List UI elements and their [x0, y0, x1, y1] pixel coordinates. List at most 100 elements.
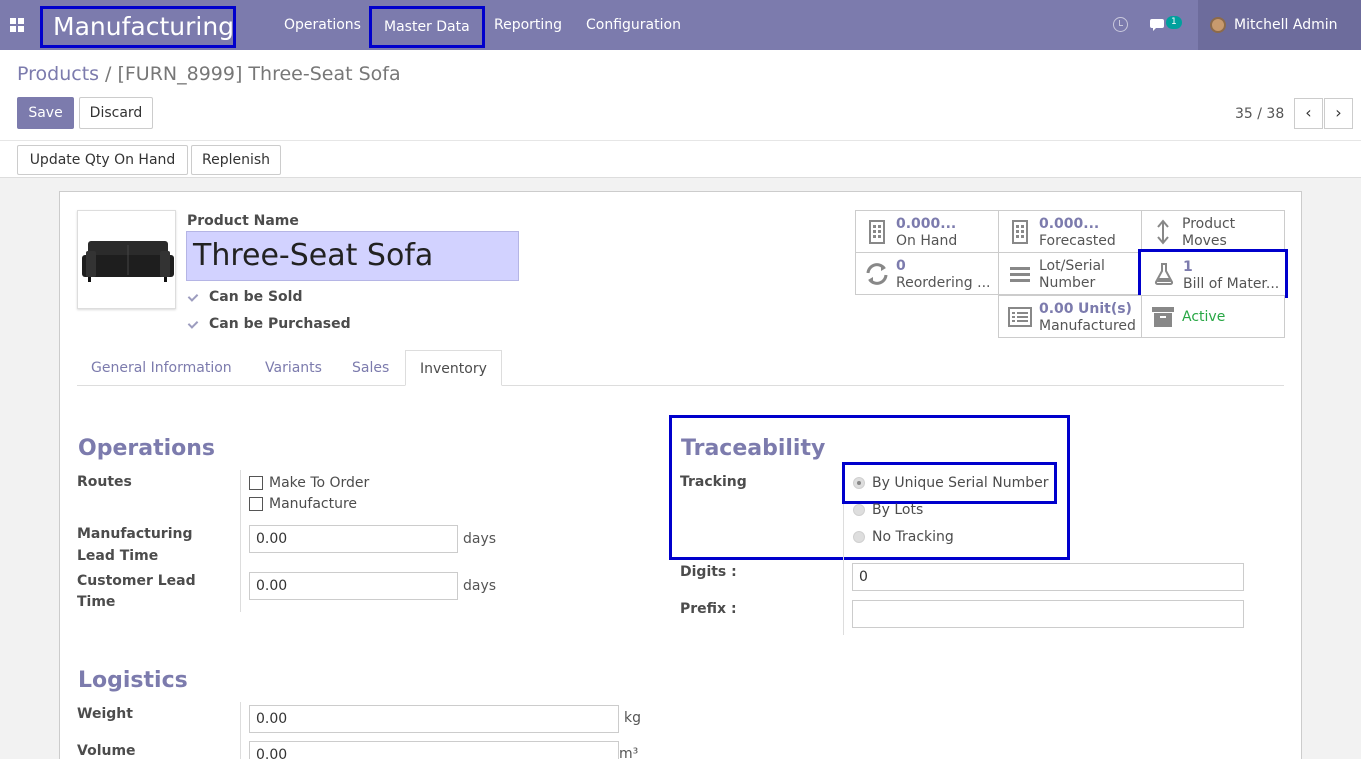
- reordering-value: 0: [896, 258, 906, 274]
- digits-input[interactable]: 0: [852, 563, 1244, 591]
- avatar: [1210, 17, 1226, 33]
- discard-button[interactable]: Discard: [79, 97, 153, 129]
- control-panel-divider: [0, 140, 1361, 141]
- pager-previous-button[interactable]: ‹: [1294, 98, 1323, 129]
- update-qty-button[interactable]: Update Qty On Hand: [17, 145, 188, 175]
- archive-icon: [1152, 307, 1174, 327]
- volume-unit: m³: [619, 746, 639, 759]
- pager-value[interactable]: 35 / 38: [1235, 106, 1284, 122]
- forecasted-button[interactable]: 0.000... Forecasted: [998, 210, 1142, 253]
- tab-sales[interactable]: Sales: [338, 350, 403, 386]
- can-be-purchased-checkbox[interactable]: [187, 318, 199, 330]
- tracking-lots-radio[interactable]: [853, 504, 865, 516]
- tracking-lots-label: By Lots: [872, 502, 924, 518]
- breadcrumb: Products / [FURN_8999] Three-Seat Sofa: [17, 63, 401, 85]
- form-sheet: Product Name Three-Seat Sofa Can be Sold…: [59, 191, 1302, 759]
- flask-icon: [1154, 263, 1174, 285]
- user-menu[interactable]: Mitchell Admin: [1198, 0, 1361, 50]
- on-hand-label: On Hand: [896, 233, 958, 249]
- product-image[interactable]: [77, 210, 176, 309]
- tab-general-information[interactable]: General Information: [77, 350, 246, 386]
- mfg-lead-time-unit: days: [463, 531, 497, 547]
- user-name: Mitchell Admin: [1234, 17, 1338, 33]
- prefix-input[interactable]: [852, 600, 1244, 628]
- tracking-none-radio[interactable]: [853, 531, 865, 543]
- building-icon: [869, 220, 885, 244]
- make-to-order-label: Make To Order: [269, 475, 370, 491]
- make-to-order-checkbox[interactable]: [249, 476, 263, 490]
- notebook-tabs: General Information Variants Sales Inven…: [77, 350, 1284, 386]
- digits-label: Digits :: [680, 564, 737, 580]
- volume-label: Volume: [77, 743, 136, 759]
- logistics-divider: [240, 702, 241, 759]
- can-be-purchased-label: Can be Purchased: [209, 316, 351, 332]
- reordering-label: Reordering ...: [896, 275, 991, 291]
- can-be-sold-row[interactable]: Can be Sold: [187, 289, 302, 305]
- manufactured-value: 0.00: [1039, 301, 1074, 317]
- tracking-serial-radio[interactable]: [853, 477, 865, 489]
- apps-menu-icon[interactable]: [10, 18, 24, 32]
- up-down-arrow-icon: [1157, 219, 1169, 245]
- activity-clock-icon[interactable]: [1113, 17, 1128, 32]
- manufactured-unit: Unit(s): [1078, 301, 1132, 317]
- manufactured-button[interactable]: 0.00 Unit(s) Manufactured: [998, 295, 1142, 338]
- pager-next-button[interactable]: ›: [1324, 98, 1353, 129]
- volume-input[interactable]: 0.00: [249, 741, 619, 759]
- bom-value: 1: [1183, 259, 1193, 275]
- replenish-button[interactable]: Replenish: [191, 145, 281, 175]
- customer-lead-time-label-1: Customer Lead: [77, 573, 196, 589]
- lot-serial-label-2: Number: [1039, 275, 1096, 291]
- operations-divider: [240, 470, 241, 612]
- manufactured-label: Manufactured: [1039, 318, 1136, 334]
- product-moves-button[interactable]: Product Moves: [1141, 210, 1285, 253]
- forecasted-value: 0.000...: [1039, 216, 1100, 232]
- active-label: Active: [1182, 309, 1226, 325]
- can-be-purchased-row[interactable]: Can be Purchased: [187, 316, 351, 332]
- forecasted-label: Forecasted: [1039, 233, 1116, 249]
- customer-lead-time-unit: days: [463, 578, 497, 594]
- breadcrumb-separator: /: [105, 63, 112, 85]
- top-navbar: Manufacturing Operations Master Data Rep…: [0, 0, 1361, 50]
- product-moves-label-2: Moves: [1182, 233, 1227, 249]
- can-be-sold-checkbox[interactable]: [187, 291, 199, 303]
- tab-variants[interactable]: Variants: [251, 350, 336, 386]
- menu-reporting[interactable]: Reporting: [494, 0, 562, 50]
- menu-operations[interactable]: Operations: [284, 0, 361, 50]
- sofa-image-icon: [82, 241, 174, 282]
- bill-of-materials-button[interactable]: 1 Bill of Mater...: [1138, 249, 1288, 298]
- on-hand-button[interactable]: 0.000... On Hand: [855, 210, 999, 253]
- bom-label: Bill of Mater...: [1183, 276, 1280, 292]
- product-name-input[interactable]: Three-Seat Sofa: [186, 231, 519, 281]
- product-name-label: Product Name: [187, 213, 299, 229]
- customer-lead-time-label-2: Time: [77, 594, 116, 610]
- on-hand-value: 0.000...: [896, 216, 957, 232]
- can-be-sold-label: Can be Sold: [209, 289, 303, 305]
- list-alt-icon: [1008, 307, 1032, 327]
- tab-inventory[interactable]: Inventory: [405, 350, 502, 386]
- active-toggle-button[interactable]: Active: [1141, 295, 1285, 338]
- weight-unit: kg: [624, 710, 641, 726]
- tracking-none-label: No Tracking: [872, 529, 954, 545]
- tracking-serial-label: By Unique Serial Number: [872, 475, 1049, 491]
- chat-icon[interactable]: [1150, 17, 1168, 33]
- lot-serial-label-1: Lot/Serial: [1039, 258, 1105, 274]
- reordering-button[interactable]: 0 Reordering ...: [855, 252, 999, 295]
- logistics-title: Logistics: [78, 668, 188, 693]
- menu-master-data[interactable]: Master Data: [369, 6, 485, 48]
- lot-serial-button[interactable]: Lot/Serial Number: [998, 252, 1142, 295]
- chat-count-badge: 1: [1166, 16, 1182, 29]
- menu-configuration[interactable]: Configuration: [586, 0, 681, 50]
- product-moves-label-1: Product: [1182, 216, 1236, 232]
- operations-title: Operations: [78, 436, 215, 461]
- save-button[interactable]: Save: [17, 97, 74, 129]
- app-brand[interactable]: Manufacturing: [40, 6, 236, 48]
- mfg-lead-time-label-1: Manufacturing: [77, 526, 193, 542]
- weight-input[interactable]: 0.00: [249, 705, 619, 733]
- mfg-lead-time-input[interactable]: 0.00: [249, 525, 458, 553]
- refresh-icon: [866, 263, 888, 285]
- customer-lead-time-input[interactable]: 0.00: [249, 572, 458, 600]
- traceability-title: Traceability: [681, 436, 826, 461]
- tracking-label: Tracking: [680, 474, 747, 490]
- manufacture-checkbox[interactable]: [249, 497, 263, 511]
- breadcrumb-products-link[interactable]: Products: [17, 63, 99, 85]
